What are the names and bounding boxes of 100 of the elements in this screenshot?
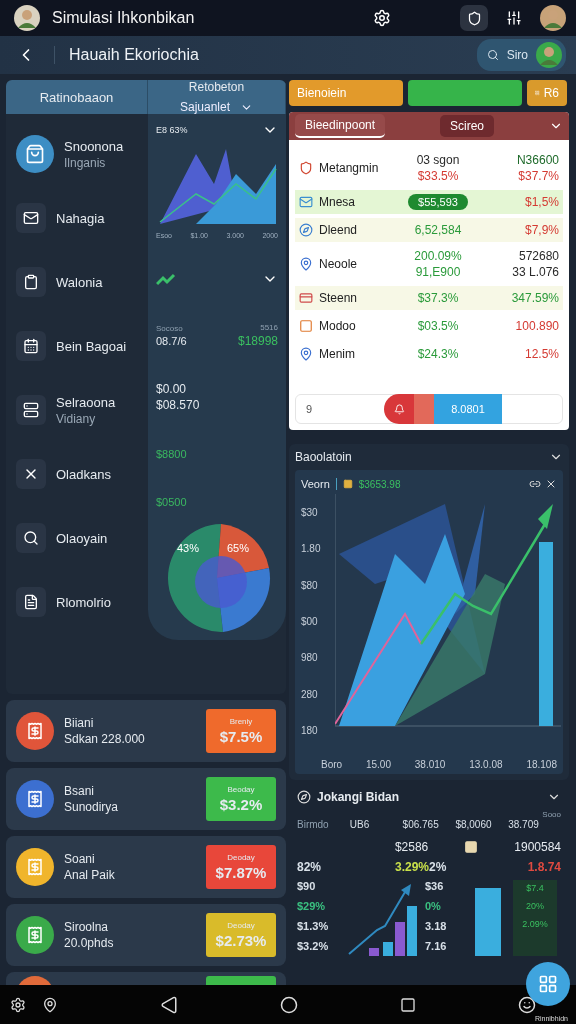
change-value: 1.8.74 <box>526 860 561 874</box>
shield-icon <box>299 161 313 175</box>
axis-label: 3.18 <box>425 920 447 932</box>
axis-label: 20% <box>526 901 544 911</box>
row-name: Neoole <box>319 257 358 271</box>
item-label: Rlomolrio <box>56 594 111 610</box>
badge-caption: Deoday <box>227 921 255 930</box>
bar <box>407 906 417 956</box>
item-sublabel: Vidiany <box>56 411 97 426</box>
badge-caption: Deoday <box>227 853 255 862</box>
summary-card[interactable]: Biiani Sdkan 228.000 Breniy $7.5% <box>6 700 286 762</box>
home-icon[interactable] <box>280 995 298 1014</box>
recents-icon[interactable] <box>400 996 416 1013</box>
table-row[interactable]: Metangmin 03 sgon $33.5% N36600 $37.7% <box>295 150 563 186</box>
axis-label: $80 <box>301 579 319 591</box>
sidebar-item[interactable]: Oladkans <box>16 444 148 504</box>
sidebar-item[interactable]: Rlomolrio <box>16 572 148 632</box>
summary-card[interactable]: Soani Anal Paik Deoday $7.87% <box>6 836 286 898</box>
axis-label: $29% <box>297 900 326 912</box>
stat-caption: 5516 <box>260 323 278 332</box>
axis-label: $1.3% <box>297 920 329 932</box>
item-label: Oladkans <box>56 466 111 482</box>
mail-icon <box>299 195 313 209</box>
table-row[interactable]: Modoo $03.5% 100.890 <box>295 314 563 338</box>
table-cell: $1,5% <box>524 195 559 209</box>
row-name: Mnesa <box>319 195 356 209</box>
back-icon[interactable] <box>160 995 178 1014</box>
sidebar-item[interactable]: Olaoyain <box>16 508 148 568</box>
assistant-icon[interactable] <box>518 995 536 1014</box>
sidebar-item[interactable]: Nahagia <box>16 188 148 248</box>
sidebar-item[interactable]: Walonia <box>16 252 148 312</box>
item-label: Snoonona <box>64 138 124 154</box>
page-title: Hauaih Ekoriochia <box>54 46 463 64</box>
axis-label: $00 <box>301 615 319 627</box>
axis-label: 13.0.08 <box>469 759 503 770</box>
settings-icon[interactable] <box>10 996 26 1013</box>
card-icon <box>299 291 313 305</box>
table-row[interactable]: Neoole 200.09% 91,E900 572680 33 L.076 <box>295 246 563 282</box>
pill-label: Siro <box>506 48 528 62</box>
table-row[interactable]: Menim $24.3% 12.5% <box>295 342 563 366</box>
legend-label: Veorn <box>301 478 330 490</box>
card-title: Siroolna <box>64 920 110 934</box>
table-cell: $7,9% <box>524 223 559 237</box>
tab[interactable]: Bieedinpoont <box>295 114 386 138</box>
item-label: Walonia <box>56 274 103 290</box>
column-header: $06.765 <box>402 819 440 830</box>
legend-value: $3653.98 <box>358 478 401 490</box>
table-row[interactable]: Steenn $37.3% 347.59% <box>295 286 563 310</box>
row-name: Steenn <box>319 291 358 305</box>
pin-icon[interactable] <box>42 996 58 1013</box>
table-cell: $37.3% <box>417 291 459 305</box>
table-cell: 33 L.076 <box>512 265 559 279</box>
axis-label: 7.16 <box>425 940 447 952</box>
square-icon <box>299 319 313 333</box>
sidebar-item[interactable]: Snoonona Ilnganis <box>16 124 148 184</box>
axis-label: $3.2% <box>297 940 329 952</box>
summary-card[interactable]: Bsani Sunodirya Beoday $3.2% <box>6 768 286 830</box>
amount: $0500 <box>156 496 188 508</box>
amount: $8800 <box>156 448 188 460</box>
sidebar-item[interactable]: Bein Bagoai <box>16 316 148 376</box>
profile-pill[interactable]: Siro <box>476 39 566 71</box>
pin-icon <box>299 347 313 361</box>
item-label: Nahagia <box>56 210 105 226</box>
avatar[interactable] <box>540 5 566 31</box>
table-cell: 200.09% <box>414 249 462 263</box>
alert-segment[interactable] <box>384 394 414 424</box>
shield-icon[interactable] <box>460 5 488 31</box>
table-row[interactable]: Dleend 6,52,584 $7,9% <box>295 218 563 242</box>
value-segment: 8.0801 <box>434 394 502 424</box>
sidebar-item[interactable]: Selraoona Vidiany <box>16 380 148 440</box>
row-name: Metangmin <box>319 161 379 175</box>
pie-label: 43% <box>177 542 200 554</box>
table-row[interactable]: Mnesa $55,593 $1,5% <box>295 190 563 214</box>
table-cell: 12.5% <box>524 347 559 361</box>
period-select[interactable]: Sajuanlet <box>179 100 253 114</box>
row-name: Modoo <box>319 319 356 333</box>
value-pill: $55,593 <box>408 194 468 210</box>
card-subtitle: Sunodirya <box>64 800 119 814</box>
row-name: Menim <box>319 347 355 361</box>
section-title: Jokangi Bidan <box>317 790 399 804</box>
close-icon[interactable] <box>545 478 557 490</box>
avatar[interactable] <box>14 5 40 31</box>
axis-label: 38.010 <box>414 759 446 770</box>
change-value: 82% <box>297 860 323 874</box>
card-title: Baoolatoin <box>295 450 352 464</box>
change-value: 3.29% <box>393 860 429 874</box>
compass-icon <box>297 790 311 804</box>
badge-value: $7.5% <box>219 728 263 745</box>
card-title: Soani <box>64 852 96 866</box>
tab[interactable]: Scireo <box>440 115 495 137</box>
column-header: UB6 <box>349 819 371 830</box>
link-icon[interactable] <box>529 478 541 490</box>
compass-icon <box>299 223 313 237</box>
summary-card[interactable]: Siroolna 20.0phds Deoday $2.73% <box>6 904 286 966</box>
app-title: Simulasi Ihkonbikan <box>52 9 196 27</box>
search-icon <box>486 49 499 61</box>
axis-label: 180 <box>301 725 319 737</box>
grid-button[interactable] <box>526 962 570 1006</box>
axis-label: $36 <box>425 880 444 892</box>
axis-label: 0% <box>425 900 441 912</box>
